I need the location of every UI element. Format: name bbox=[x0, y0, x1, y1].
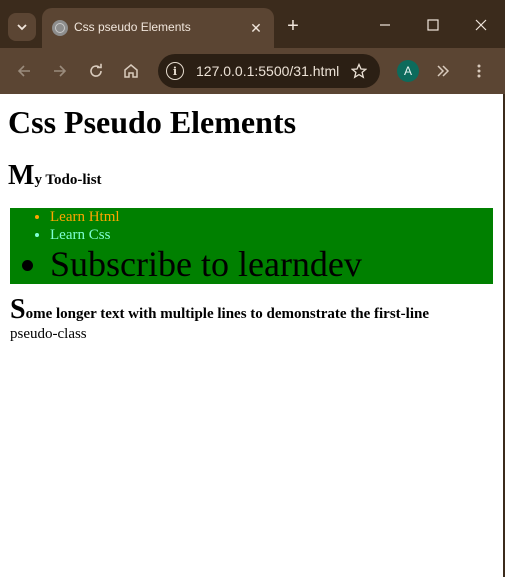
paragraph: Some longer text with multiple lines to … bbox=[10, 296, 497, 344]
tab-title: Css pseudo Elements bbox=[74, 20, 191, 34]
paragraph-second-line: pseudo-class bbox=[10, 326, 87, 342]
site-info-icon[interactable]: i bbox=[166, 62, 184, 80]
plus-icon[interactable]: + bbox=[283, 16, 303, 36]
favicon-icon bbox=[52, 20, 68, 36]
todo-heading-first-letter: M bbox=[8, 160, 35, 191]
profile-avatar[interactable]: A bbox=[397, 60, 419, 82]
todo-heading-rest: y Todo-list bbox=[34, 172, 102, 188]
list-item: Learn Html bbox=[50, 208, 493, 226]
paragraph-first-line: ome longer text with multiple lines to d… bbox=[25, 306, 429, 322]
todo-heading: My Todo-list bbox=[8, 162, 497, 194]
forward-icon[interactable] bbox=[49, 60, 71, 82]
chevron-down-icon bbox=[17, 24, 27, 31]
page-viewport: Css Pseudo Elements My Todo-list Learn H… bbox=[0, 94, 505, 577]
address-bar[interactable]: i 127.0.0.1:5500/31.html bbox=[158, 54, 380, 88]
window-close-icon[interactable] bbox=[466, 14, 496, 36]
address-url[interactable]: 127.0.0.1:5500/31.html bbox=[196, 63, 339, 79]
star-icon[interactable] bbox=[348, 60, 370, 82]
browser-toolbar: i 127.0.0.1:5500/31.html A bbox=[0, 48, 505, 94]
back-icon[interactable] bbox=[13, 60, 35, 82]
tab-active[interactable]: Css pseudo Elements ✕ bbox=[42, 8, 274, 48]
page-title: Css Pseudo Elements bbox=[8, 104, 297, 140]
home-icon[interactable] bbox=[120, 60, 142, 82]
menu-icon[interactable] bbox=[468, 60, 490, 82]
paragraph-first-letter: S bbox=[10, 294, 26, 325]
list-item: Subscribe to learndev bbox=[50, 244, 493, 284]
extensions-icon[interactable] bbox=[432, 60, 454, 82]
todo-list: Learn Html Learn Css Subscribe to learnd… bbox=[10, 208, 493, 284]
list-item: Learn Css bbox=[50, 226, 493, 244]
tab-search-button[interactable] bbox=[8, 13, 36, 41]
minimize-icon[interactable] bbox=[370, 14, 400, 36]
tab-strip: Css pseudo Elements ✕ + bbox=[0, 0, 505, 48]
maximize-icon[interactable] bbox=[418, 14, 448, 36]
close-icon[interactable]: ✕ bbox=[246, 18, 266, 38]
reload-icon[interactable] bbox=[85, 60, 107, 82]
